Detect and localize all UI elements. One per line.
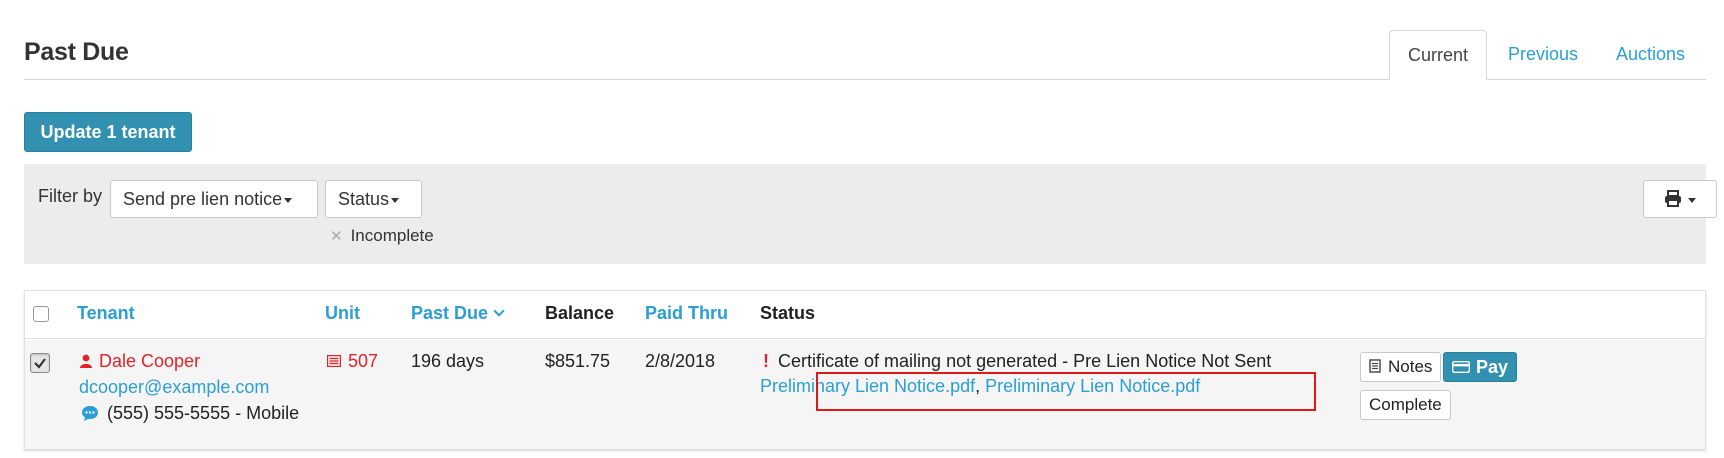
tenant-phone: (555) 555-5555 - Mobile bbox=[107, 403, 300, 423]
user-icon bbox=[80, 354, 92, 368]
checkmark-icon bbox=[34, 358, 46, 369]
tenant-email[interactable]: dcooper@example.com bbox=[79, 377, 269, 398]
notes-button-label: Notes bbox=[1388, 357, 1433, 376]
unit-number[interactable]: 507 bbox=[348, 351, 378, 371]
active-filter-label: Incomplete bbox=[350, 226, 434, 245]
tab-previous[interactable]: Previous bbox=[1492, 30, 1594, 80]
notes-icon bbox=[1369, 359, 1381, 373]
storage-unit-icon bbox=[326, 354, 342, 368]
credit-card-icon bbox=[1451, 360, 1471, 374]
annotation-highlight-box bbox=[816, 372, 1316, 411]
header-paid-thru[interactable]: Paid Thru bbox=[645, 303, 728, 324]
header-past-due-label: Past Due bbox=[411, 303, 489, 323]
balance-value: $851.75 bbox=[545, 351, 611, 371]
page-title: Past Due bbox=[24, 38, 129, 66]
print-menu-button[interactable] bbox=[1643, 180, 1717, 218]
header-status: Status bbox=[760, 303, 816, 323]
complete-button[interactable]: Complete bbox=[1360, 390, 1451, 420]
send-notice-dropdown[interactable]: Send pre lien notice bbox=[110, 180, 318, 218]
table-header: Tenant Unit Past Due Balance Paid Thru S… bbox=[25, 291, 1705, 339]
filter-label: Filter by bbox=[38, 186, 103, 206]
past-due-value: 196 days bbox=[411, 351, 485, 371]
caret-down-icon bbox=[1688, 198, 1696, 203]
header-balance: Balance bbox=[545, 303, 615, 323]
header-tenant[interactable]: Tenant bbox=[77, 303, 135, 324]
chat-bubble-icon[interactable] bbox=[81, 405, 99, 421]
update-tenant-button[interactable]: Update 1 tenant bbox=[24, 112, 192, 152]
select-all-checkbox[interactable] bbox=[33, 306, 49, 322]
send-notice-dropdown-label: Send pre lien notice bbox=[123, 189, 283, 209]
row-checkbox[interactable] bbox=[30, 353, 50, 373]
caret-down-icon bbox=[284, 197, 293, 203]
unit-cell[interactable]: 507 bbox=[326, 351, 378, 372]
tenant-name[interactable]: Dale Cooper bbox=[99, 351, 200, 371]
caret-down-icon bbox=[391, 197, 400, 203]
tenant-phone-cell: (555) 555-5555 - Mobile bbox=[81, 403, 299, 424]
filter-bar: Filter by Send pre lien notice Status ✕ I… bbox=[24, 164, 1717, 264]
notes-button[interactable]: Notes bbox=[1360, 352, 1442, 382]
pay-button-label: Pay bbox=[1476, 357, 1509, 377]
paid-thru-value: 2/8/2018 bbox=[645, 351, 716, 371]
tenant-name-cell[interactable]: Dale Cooper bbox=[79, 351, 200, 372]
status-text: Certificate of mailing not generated - P… bbox=[778, 351, 1272, 371]
alert-exclamation-icon: ! bbox=[763, 351, 769, 371]
status-cell: ! Certificate of mailing not generated - … bbox=[763, 351, 1271, 372]
status-dropdown-label: Status bbox=[338, 189, 390, 209]
header-past-due[interactable]: Past Due bbox=[411, 303, 505, 324]
active-filter-chip: ✕ Incomplete bbox=[330, 226, 434, 246]
printer-icon bbox=[1665, 190, 1681, 207]
header-unit[interactable]: Unit bbox=[325, 303, 360, 324]
tab-current[interactable]: Current bbox=[1389, 30, 1487, 80]
pay-button[interactable]: Pay bbox=[1443, 352, 1518, 382]
tenant-table: Tenant Unit Past Due Balance Paid Thru S… bbox=[24, 290, 1706, 450]
status-dropdown[interactable]: Status bbox=[325, 180, 422, 218]
remove-filter-icon[interactable]: ✕ bbox=[330, 228, 343, 245]
tab-auctions[interactable]: Auctions bbox=[1600, 30, 1701, 80]
sort-desc-icon bbox=[493, 305, 505, 317]
